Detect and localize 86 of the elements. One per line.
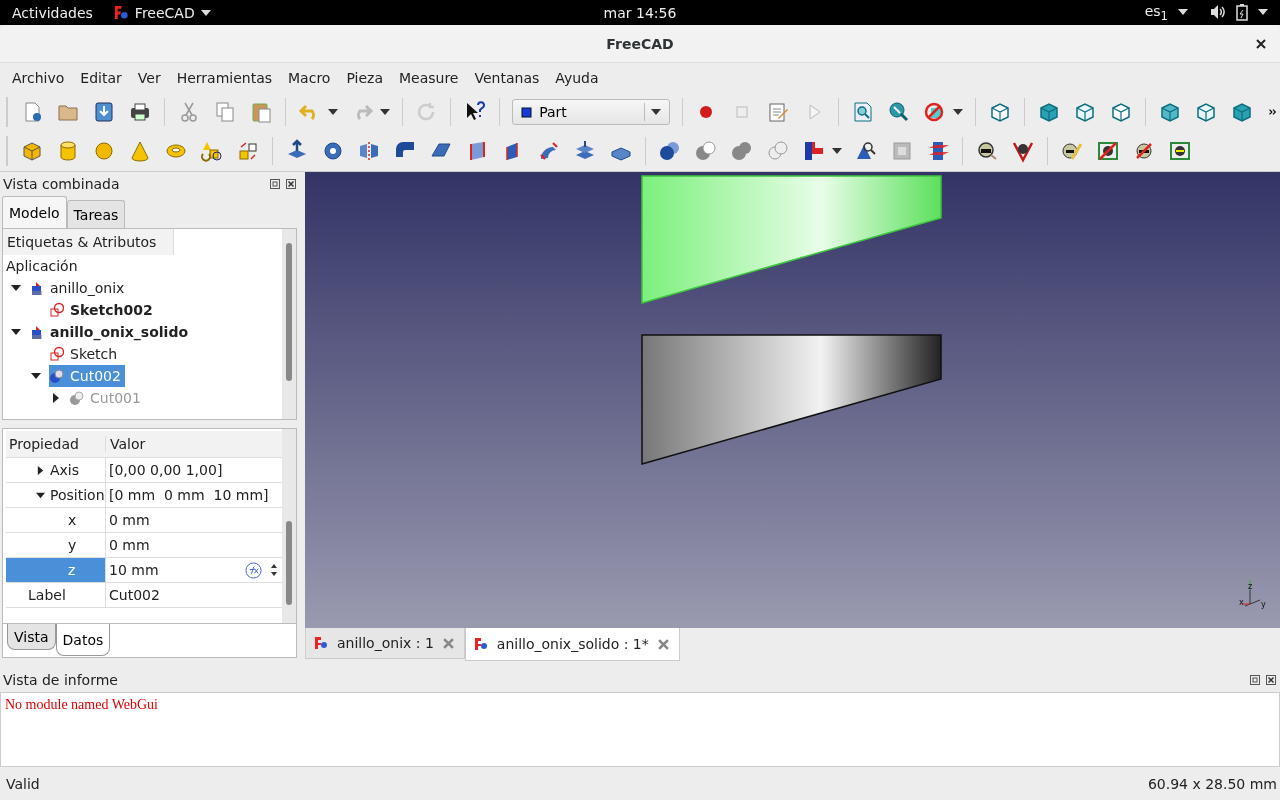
- dropdown-caret-icon[interactable]: [327, 108, 338, 115]
- collapse-arrow-icon[interactable]: [36, 490, 45, 500]
- document-tab[interactable]: anillo_onix : 1: [305, 628, 465, 659]
- axis-label: z: [1248, 582, 1253, 591]
- column-header[interactable]: Propiedad: [6, 436, 106, 452]
- tree-item[interactable]: Sketch: [49, 343, 122, 365]
- document-icon: [473, 637, 488, 651]
- status-message: Valid: [6, 775, 40, 792]
- menu-item[interactable]: Pieza: [338, 69, 391, 86]
- workbench-dropdown[interactable]: Part: [512, 98, 670, 125]
- collapse-arrow-icon[interactable]: [31, 371, 41, 381]
- document-icon: [314, 636, 328, 650]
- battery-icon[interactable]: [1236, 3, 1248, 22]
- dropdown-caret-icon[interactable]: [832, 148, 842, 155]
- property-value[interactable]: [0 mm 0 mm 10 mm]: [109, 487, 278, 503]
- selected-profile-shape[interactable]: [641, 175, 942, 304]
- panel-title: Vista de informe: [3, 672, 118, 688]
- menu-item[interactable]: Macro: [280, 69, 339, 86]
- close-icon[interactable]: [1256, 39, 1266, 49]
- app-logo-icon: [113, 5, 129, 20]
- float-panel-icon[interactable]: [1250, 675, 1260, 685]
- axis-label: x: [1239, 598, 1244, 607]
- close-panel-icon[interactable]: [1266, 675, 1276, 685]
- menu-item[interactable]: Herramientas: [168, 69, 281, 86]
- 3d-viewport[interactable]: z x y: [305, 172, 1280, 628]
- dropdown-caret-icon[interactable]: [650, 108, 661, 115]
- panel-title: Vista combinada: [3, 176, 120, 192]
- column-header[interactable]: Etiquetas & Atributos: [3, 229, 174, 255]
- dropdown-caret-icon[interactable]: [1258, 9, 1268, 16]
- window-title: FreeCAD: [606, 35, 674, 52]
- app-menu-button[interactable]: FreeCAD: [134, 4, 195, 21]
- collapse-arrow-icon[interactable]: [11, 283, 21, 293]
- boolean-cut-icon: [69, 390, 84, 406]
- workbench-cube-icon: [521, 105, 534, 118]
- property-value[interactable]: 10 mm: [109, 562, 237, 578]
- menu-item[interactable]: Archivo: [4, 69, 73, 86]
- panel-tab[interactable]: Modelo: [2, 196, 67, 228]
- close-panel-icon[interactable]: [286, 179, 296, 189]
- dropdown-caret-icon[interactable]: [200, 9, 211, 16]
- panel-tab[interactable]: Datos: [55, 624, 111, 656]
- boolean-cut-icon: [49, 368, 64, 384]
- part-icon: [29, 324, 44, 340]
- axis-triad-drawing: [1241, 579, 1261, 607]
- dropdown-caret-icon[interactable]: [1178, 9, 1188, 16]
- expression-icon[interactable]: [245, 561, 262, 579]
- panel-tab[interactable]: Vista: [7, 624, 56, 650]
- document-tab[interactable]: anillo_onix_solido : 1*: [464, 628, 680, 661]
- solid-profile-shape[interactable]: [641, 334, 942, 465]
- activities-button[interactable]: Actividades: [12, 4, 93, 21]
- scrollbar-thumb[interactable]: [286, 521, 292, 605]
- menu-item[interactable]: Editar: [72, 69, 130, 86]
- tree-item[interactable]: Sketch002: [49, 299, 157, 321]
- dimensions-readout: 60.94 x 28.50 mm: [1147, 775, 1277, 792]
- property-name[interactable]: Axis: [6, 458, 105, 483]
- keyboard-layout[interactable]: es$_{1}$: [1144, 2, 1168, 23]
- expand-arrow-icon[interactable]: [36, 465, 45, 475]
- property-value[interactable]: [0,00 0,00 1,00]: [109, 462, 278, 478]
- expand-arrow-icon[interactable]: [51, 393, 61, 403]
- menu-item[interactable]: Measure: [391, 69, 467, 86]
- menu-item[interactable]: Ventanas: [466, 69, 548, 86]
- float-panel-icon[interactable]: [270, 179, 280, 189]
- property-name[interactable]: Position: [6, 483, 105, 508]
- axis-label: y: [1261, 600, 1266, 609]
- dropdown-caret-icon[interactable]: [953, 108, 964, 115]
- volume-icon[interactable]: [1210, 4, 1226, 21]
- property-value[interactable]: Cut002: [109, 587, 278, 603]
- property-name[interactable]: Label: [6, 583, 105, 608]
- log-message: No module named WebGui: [5, 697, 159, 713]
- sketch-icon: [49, 346, 64, 362]
- column-header[interactable]: Valor: [106, 436, 146, 452]
- part-icon: [29, 280, 44, 296]
- property-name[interactable]: x: [6, 508, 105, 533]
- tree-item[interactable]: anillo_onix: [29, 277, 129, 299]
- menu-item[interactable]: Ver: [129, 69, 169, 86]
- property-value[interactable]: 0 mm: [109, 512, 278, 528]
- clock[interactable]: mar 14:56: [603, 4, 677, 21]
- collapse-arrow-icon[interactable]: [11, 327, 21, 337]
- panel-tab[interactable]: Tareas: [66, 200, 126, 228]
- spin-buttons-icon[interactable]: [270, 562, 278, 578]
- property-value[interactable]: 0 mm: [109, 537, 278, 553]
- scrollbar-thumb[interactable]: [286, 243, 292, 381]
- menu-item[interactable]: Ayuda: [547, 69, 607, 86]
- sketch-icon: [49, 302, 64, 318]
- dropdown-caret-icon[interactable]: [379, 108, 390, 115]
- tree-item[interactable]: anillo_onix_solido: [29, 321, 193, 343]
- tree-root[interactable]: Aplicación: [3, 258, 78, 274]
